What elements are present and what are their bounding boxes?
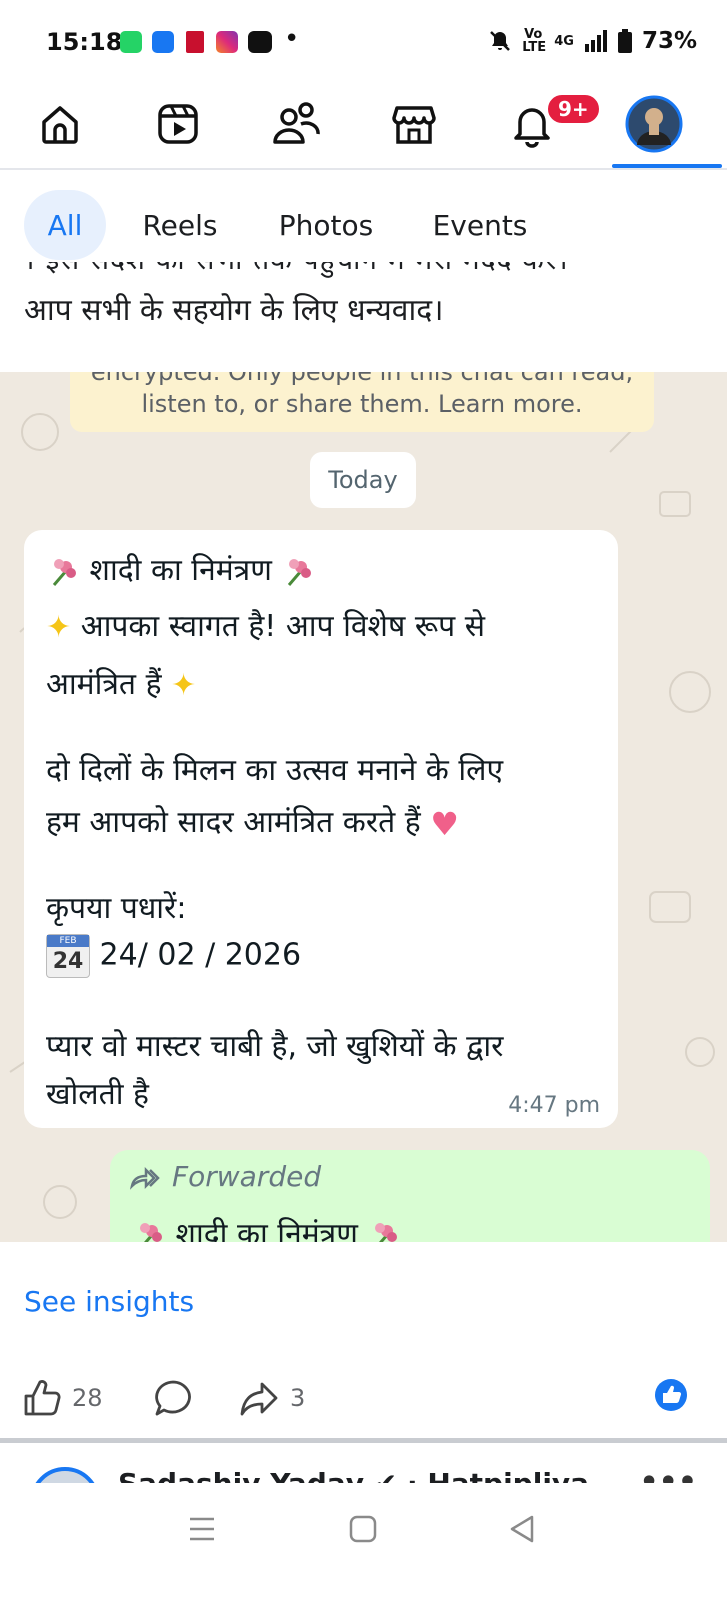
next-post-header: Sadashiv Yadav ✔ · Hatpipliya ••• xyxy=(0,1443,727,1483)
tab-photos[interactable]: Photos xyxy=(266,190,386,260)
encryption-notice-line1: encrypted. Only people in this chat can … xyxy=(90,372,634,386)
friends-tab[interactable] xyxy=(266,94,326,154)
reactions-summary[interactable] xyxy=(654,1378,688,1412)
facebook-top-nav xyxy=(0,86,727,170)
back-icon[interactable] xyxy=(502,1509,542,1549)
tab-reels[interactable]: Reels xyxy=(132,190,228,260)
bouquet-icon xyxy=(140,1222,162,1242)
message-line-5: हम आपको सादर आमंत्रित करते हैं ♥ xyxy=(46,804,459,843)
youtube-icon xyxy=(248,31,272,53)
notifications-badge: 9+ xyxy=(545,92,602,126)
forwarded-label: Forwarded xyxy=(172,1160,322,1193)
encryption-notice-line2: listen to, or share them. Learn more. xyxy=(141,390,583,418)
post-actions: 28 3 xyxy=(0,1360,727,1436)
like-button[interactable]: 28 xyxy=(22,1378,103,1418)
date-chip: Today xyxy=(310,452,416,508)
status-bar: 15:18 • Vo LTE 4G 73% xyxy=(0,0,727,86)
bouquet-icon xyxy=(288,558,312,586)
message-bubble: शादी का निमंत्रण ✦ आपका स्वागत है! आप वि… xyxy=(24,530,618,1128)
network-type: 4G xyxy=(554,33,574,49)
message-line-4: दो दिलों के मिलन का उत्सव मनाने के लिए xyxy=(46,753,504,788)
next-post-author[interactable]: Sadashiv Yadav ✔ · Hatpipliya xyxy=(118,1467,589,1483)
post-caption: आप सभी के सहयोग के लिए धन्यवाद। xyxy=(24,293,444,328)
message-date-line: FEB 24 24/ 02 / 2026 xyxy=(46,934,301,978)
forwarded-line: शादी का निमंत्रण xyxy=(132,1212,401,1242)
message-line-1: शादी का निमंत्रण xyxy=(46,548,315,589)
more-options-icon[interactable]: ••• xyxy=(639,1465,697,1483)
profile-tab[interactable] xyxy=(624,94,684,154)
thumbs-up-icon xyxy=(24,1380,61,1416)
feed-filter-tabs: All Reels Photos Events xyxy=(0,172,727,262)
post-image[interactable]: encrypted. Only people in this chat can … xyxy=(0,372,727,1242)
caption-partial: । इस संदेश को सभी तक पहुंचाने में मेरी म… xyxy=(24,262,704,278)
encryption-notice: encrypted. Only people in this chat can … xyxy=(70,372,654,432)
like-count: 28 xyxy=(72,1384,103,1412)
comment-icon xyxy=(155,1380,191,1416)
forwarded-icon xyxy=(130,1166,160,1190)
message-time: 4:47 pm xyxy=(508,1093,600,1118)
status-time: 15:18 xyxy=(46,28,123,56)
share-count: 3 xyxy=(290,1384,306,1412)
bouquet-icon xyxy=(52,558,76,586)
battery-percent: 73% xyxy=(641,28,697,54)
reels-tab[interactable] xyxy=(148,94,208,154)
calendar-icon: FEB 24 xyxy=(46,934,90,978)
status-right: Vo LTE 4G 73% xyxy=(488,28,697,54)
more-notifications-dot-icon: • xyxy=(284,24,300,54)
sparkling-heart-icon: ♥ xyxy=(430,804,459,843)
home-tab[interactable] xyxy=(30,94,90,154)
like-reaction-icon xyxy=(655,1379,687,1411)
reels-icon xyxy=(158,104,198,144)
see-insights-link[interactable]: See insights xyxy=(24,1285,194,1318)
mute-bell-icon xyxy=(490,31,511,51)
recent-apps-icon[interactable] xyxy=(182,1509,222,1549)
bouquet-icon xyxy=(375,1222,398,1242)
message-line-9: खोलती है xyxy=(46,1077,149,1112)
sparkles-icon: ✦ xyxy=(171,668,197,703)
volte-indicator: Vo LTE xyxy=(522,27,547,55)
profile-avatar xyxy=(625,95,683,153)
marketplace-tab[interactable] xyxy=(384,94,444,154)
friends-icon xyxy=(273,102,320,144)
instagram-icon xyxy=(216,31,238,53)
battery-icon xyxy=(617,29,632,53)
forwarded-bubble: Forwarded शादी का निमंत्रण xyxy=(110,1150,710,1242)
whatsapp-icon xyxy=(120,31,142,53)
tab-all[interactable]: All xyxy=(24,190,106,260)
message-line-8: प्यार वो मास्टर चाबी है, जो खुशियों के द… xyxy=(46,1029,504,1064)
sparkles-icon: ✦ xyxy=(46,610,72,645)
message-line-2: ✦ आपका स्वागत है! आप विशेष रूप से xyxy=(46,609,486,645)
system-navigation-bar xyxy=(0,1483,727,1600)
comment-button[interactable] xyxy=(152,1378,194,1418)
message-line-6: कृपया पधारें: xyxy=(46,891,187,926)
home-icon xyxy=(42,106,78,144)
facebook-icon xyxy=(152,31,174,53)
home-button-icon[interactable] xyxy=(343,1509,383,1549)
share-icon xyxy=(240,1382,278,1416)
message-line-3: आमंत्रित हैं ✦ xyxy=(46,667,197,703)
share-button[interactable]: 3 xyxy=(238,1378,305,1418)
news-app-icon xyxy=(186,31,204,53)
marketplace-icon xyxy=(392,106,436,144)
active-tab-indicator xyxy=(612,164,722,168)
signal-icon xyxy=(584,30,607,52)
tab-events[interactable]: Events xyxy=(424,190,536,260)
next-post-avatar[interactable] xyxy=(30,1467,100,1483)
